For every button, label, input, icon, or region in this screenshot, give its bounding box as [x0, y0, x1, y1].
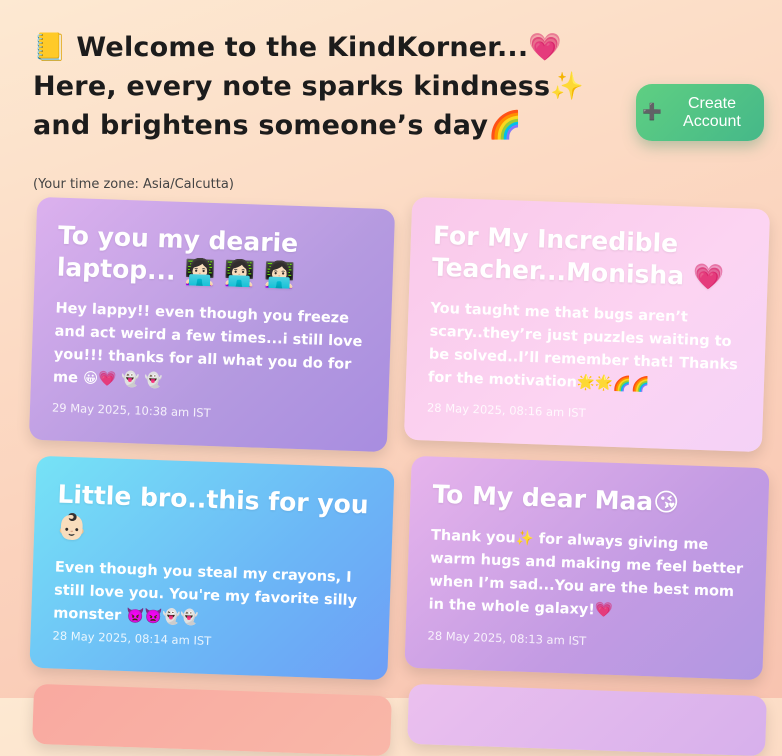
welcome-heading: 📒 Welcome to the KindKorner...💗	[33, 32, 563, 63]
note-card[interactable]: To you my dearie laptop... 👩🏻‍💻 👩🏻‍💻 👩🏻‍…	[28, 196, 396, 453]
tagline-heading: Here, every note sparks kindness✨ and br…	[33, 71, 585, 141]
note-card-partial[interactable]	[32, 683, 392, 756]
timezone-text: (Your time zone: Asia/Calcutta)	[33, 177, 234, 192]
create-account-label: Create Account	[683, 94, 741, 130]
note-card[interactable]: For My Incredible Teacher...Monisha 💗 Yo…	[403, 196, 771, 453]
note-title: Little bro..this for you👶🏻	[55, 479, 370, 542]
note-date: 28 May 2025, 08:16 am IST	[426, 400, 586, 421]
note-title: For My Incredible Teacher...Monisha 💗	[431, 220, 725, 292]
note-message: Thank you✨ for always giving me warm hug…	[428, 527, 744, 619]
note-title: To My dear Maa😘	[431, 479, 680, 518]
note-date: 28 May 2025, 08:14 am IST	[52, 628, 212, 649]
note-card[interactable]: Little bro..this for you👶🏻 Even though y…	[29, 455, 395, 681]
note-title: To you my dearie laptop... 👩🏻‍💻 👩🏻‍💻 👩🏻‍…	[56, 220, 299, 290]
note-card[interactable]: To My dear Maa😘 Thank you✨ for always gi…	[404, 455, 770, 681]
page-header: 📒 Welcome to the KindKorner...💗 Here, ev…	[33, 28, 613, 145]
plus-icon: ➕	[642, 103, 662, 121]
note-card-partial[interactable]	[407, 683, 767, 756]
note-message: Even though you steal my crayons, I stil…	[53, 559, 358, 627]
note-message: Hey lappy!! even though you freeze and a…	[52, 300, 363, 390]
note-date: 28 May 2025, 08:13 am IST	[427, 628, 587, 649]
note-message: You taught me that bugs aren’t scary..th…	[427, 300, 739, 394]
create-account-button[interactable]: ➕ Create Account	[636, 84, 764, 141]
note-date: 29 May 2025, 10:38 am IST	[51, 400, 211, 421]
